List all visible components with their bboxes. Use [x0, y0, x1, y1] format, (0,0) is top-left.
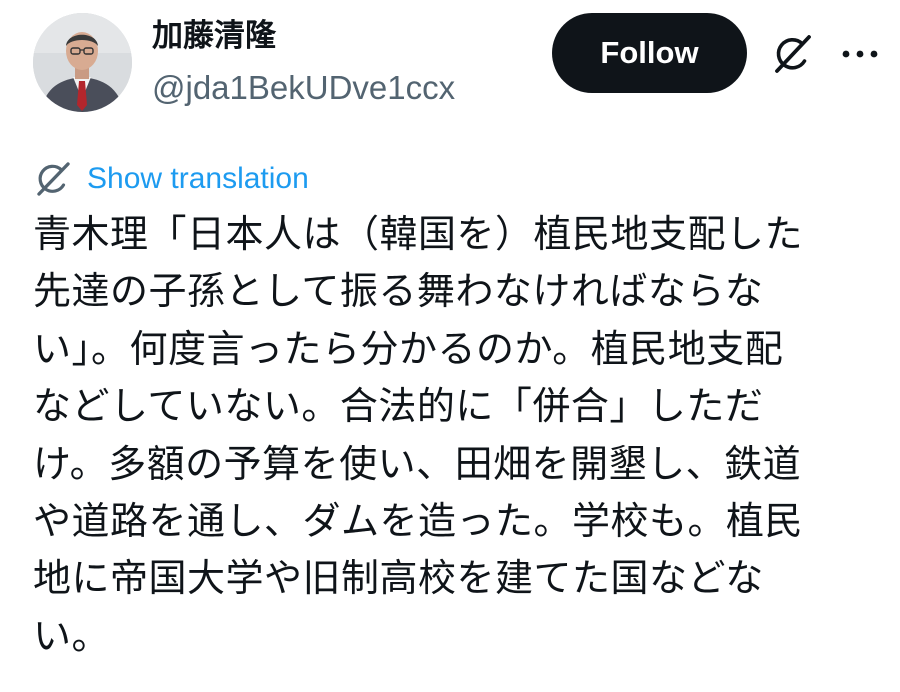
- grok-button[interactable]: [766, 28, 818, 80]
- more-options-button[interactable]: [834, 28, 886, 80]
- tweet-text-line: などしていない。合法的に「併合」しただ: [33, 384, 764, 429]
- follow-button[interactable]: Follow: [552, 13, 747, 93]
- avatar[interactable]: [33, 13, 132, 112]
- user-handle[interactable]: @jda1BekUDve1ccx: [152, 66, 455, 110]
- show-translation-link[interactable]: Show translation: [33, 158, 309, 200]
- tweet-text: 青木理「日本人は（韓国を）植民地支配した 先達の子孫として振る舞わなければならな…: [33, 206, 893, 665]
- grok-icon: [775, 35, 811, 73]
- tweet: 加藤清隆 @jda1BekUDve1ccx Follow Show transl…: [0, 0, 900, 692]
- avatar-image: [33, 13, 132, 112]
- display-name[interactable]: 加藤清隆: [152, 16, 276, 56]
- translate-icon: [37, 162, 70, 196]
- show-translation-label[interactable]: Show translation: [87, 162, 309, 196]
- tweet-text-line: 地に帝国大学や旧制高校を建てた国などな: [33, 556, 764, 601]
- tweet-text-line: け。多額の予算を使い、田畑を開墾し、鉄道: [33, 441, 802, 486]
- tweet-text-line: 先達の子孫として振る舞わなければならな: [33, 269, 764, 314]
- tweet-text-line: い」。何度言ったら分かるのか。植民地支配: [33, 326, 784, 371]
- more-icon: [842, 50, 878, 58]
- tweet-text-line: や道路を通し、ダムを造った。学校も。植民: [33, 498, 804, 543]
- tweet-text-line: 青木理「日本人は（韓国を）植民地支配した: [33, 212, 804, 256]
- tweet-text-line: い。: [33, 613, 111, 658]
